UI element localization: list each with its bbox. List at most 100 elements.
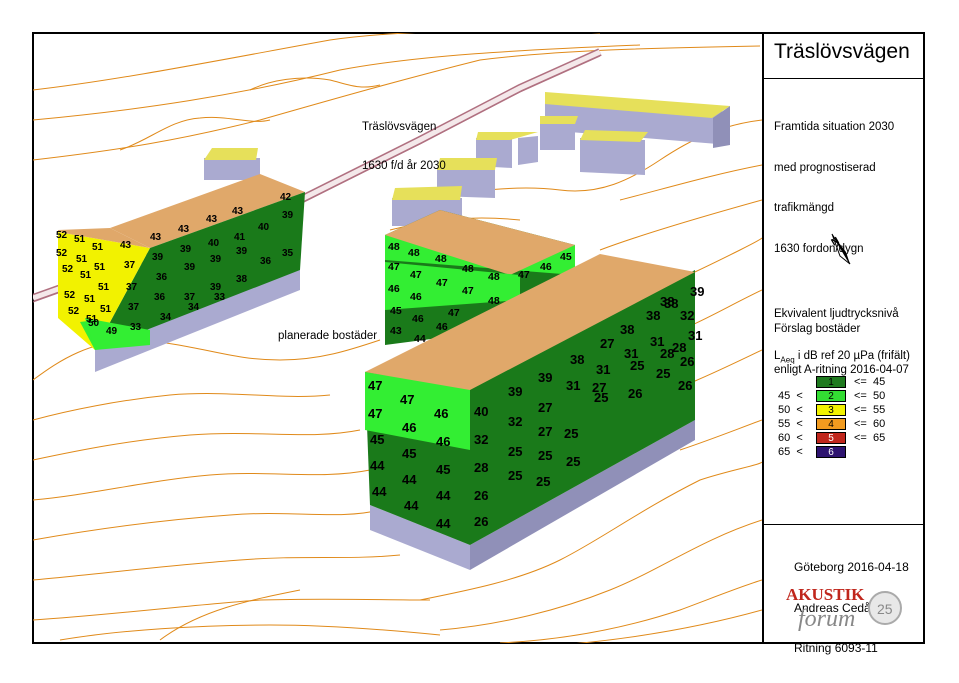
level-label: 39	[180, 244, 192, 255]
legend-upper-bound: <= 50	[854, 390, 886, 402]
road-label-traffic: 1630 f/d år 2030	[362, 160, 446, 172]
level-label: 31	[596, 362, 610, 377]
level-label: 34	[188, 302, 200, 313]
north-arrow-icon: N	[830, 233, 851, 265]
legend-lower-bound: 55 <	[778, 418, 803, 430]
level-label: 47	[388, 261, 400, 273]
level-label: 51	[92, 242, 104, 253]
level-label: 27	[538, 400, 552, 415]
level-label: 25	[564, 426, 578, 441]
level-label: 51	[100, 304, 112, 315]
level-label: 47	[436, 277, 448, 289]
level-label: 52	[56, 230, 68, 241]
legend-color-swatch: 3	[816, 404, 846, 416]
level-label: 32	[680, 308, 694, 323]
level-label: 52	[56, 248, 68, 259]
level-label: 45	[402, 446, 416, 461]
level-label: 26	[474, 488, 488, 503]
unit-reference: i dB ref 20 µPa (frifält)	[794, 350, 910, 362]
level-label: 37	[126, 282, 138, 293]
level-label: 25	[508, 444, 522, 459]
level-label: 48	[435, 253, 447, 265]
legend-title: Ekvivalent ljudtrycksnivå	[774, 308, 899, 320]
level-label: 46	[436, 321, 448, 333]
level-label: 48	[488, 295, 500, 307]
level-label: 32	[508, 414, 522, 429]
level-label: 43	[178, 224, 190, 235]
legend-lower-bound: 50 <	[778, 404, 803, 416]
level-label: 44	[436, 516, 451, 531]
level-label: 43	[150, 232, 162, 243]
level-label: 31	[688, 328, 702, 343]
level-label: 25	[538, 448, 552, 463]
road-label-name: Träslövsvägen	[362, 121, 437, 133]
level-label: 48	[388, 241, 400, 253]
level-label: 39	[152, 252, 164, 263]
level-label: 28	[672, 340, 686, 355]
level-label: 46	[410, 291, 422, 303]
level-label: 41	[234, 232, 246, 243]
level-label: 46	[434, 406, 448, 421]
divider	[764, 524, 925, 525]
level-label: 43	[390, 325, 402, 337]
legend-upper-bound: <= 45	[854, 376, 886, 388]
level-label: 26	[678, 378, 692, 393]
building-left	[58, 174, 305, 372]
drawing-title: Träslövsvägen	[774, 40, 910, 63]
legend-color-swatch: 4	[816, 418, 846, 430]
level-label: 44	[436, 488, 451, 503]
level-label: 51	[94, 262, 106, 273]
level-label: 46	[540, 261, 552, 273]
level-label: 47	[518, 269, 530, 281]
level-label: 28	[474, 460, 488, 475]
level-label: 36	[154, 292, 166, 303]
level-label: 26	[474, 514, 488, 529]
legend-upper-bound: <= 60	[854, 418, 886, 430]
level-label: 49	[106, 326, 118, 337]
level-label: 52	[64, 290, 76, 301]
level-label: 51	[80, 270, 92, 281]
level-label: 25	[594, 390, 608, 405]
legend-panel: Träslövsvägen Framtida situation 2030 me…	[762, 32, 925, 655]
level-label: 43	[206, 214, 218, 225]
unit-subscript: Aeq	[780, 355, 795, 365]
level-label: 47	[462, 285, 474, 297]
level-label: 36	[260, 256, 272, 267]
level-label: 39	[282, 210, 294, 221]
legend-lower-bound: 45 <	[778, 390, 803, 402]
level-label: 25	[508, 468, 522, 483]
legend-color-swatch: 5	[816, 432, 846, 444]
level-label: 35	[282, 248, 294, 259]
level-label: 38	[664, 296, 678, 311]
level-label: 38	[236, 274, 248, 285]
level-label: 37	[128, 302, 140, 313]
level-label: 33	[214, 292, 226, 303]
level-label: 25	[566, 454, 580, 469]
level-label: 36	[156, 272, 168, 283]
level-label: 42	[280, 192, 292, 203]
level-label: 45	[390, 305, 402, 317]
level-label: 39	[538, 370, 552, 385]
level-label: 46	[412, 313, 424, 325]
level-label: 43	[232, 206, 244, 217]
level-label: 47	[410, 269, 422, 281]
akustikforum-logo: AKUSTIK forum 25	[782, 572, 908, 636]
divider	[764, 78, 925, 79]
level-label: 25	[536, 474, 550, 489]
level-label: 51	[84, 294, 96, 305]
level-label: 27	[600, 336, 614, 351]
level-label: 40	[208, 238, 220, 249]
level-label: 44	[404, 498, 419, 513]
level-label: 33	[130, 322, 142, 333]
level-label: 51	[76, 254, 88, 265]
level-label: 51	[98, 282, 110, 293]
road-label: Träslövsvägen 1630 f/d år 2030	[362, 95, 446, 186]
level-label: 45	[370, 432, 384, 447]
level-label: 48	[462, 263, 474, 275]
level-label: 38	[646, 308, 660, 323]
level-label: 47	[448, 307, 460, 319]
legend-lower-bound: 60 <	[778, 432, 803, 444]
level-label: 46	[402, 420, 416, 435]
level-label: 45	[560, 251, 572, 263]
legend-upper-bound: <= 55	[854, 404, 886, 416]
